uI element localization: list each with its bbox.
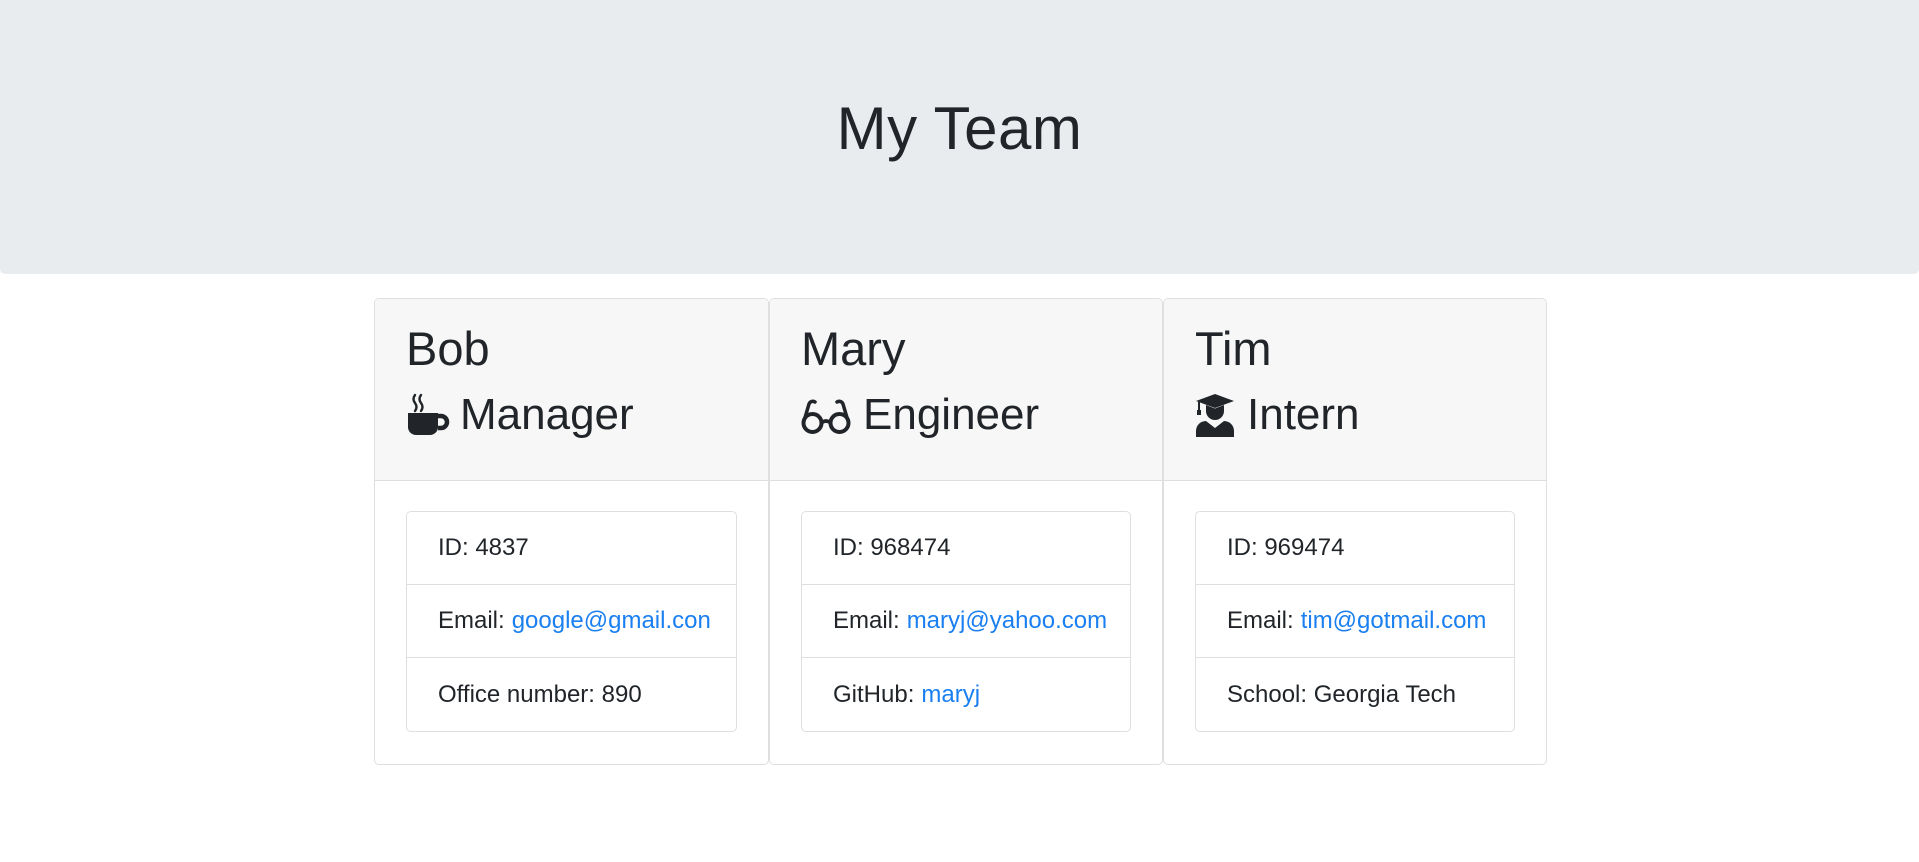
coffee-mug-icon [406,393,450,437]
github-label: GitHub: [833,680,915,708]
employee-office-number: Office number: 890 [438,680,642,708]
card-body: ID: 969474 Email: tim@gotmail.com School… [1164,481,1546,732]
employee-id: ID: 968474 [802,512,1130,585]
employee-role: Manager [406,389,737,441]
employee-role-label: Manager [460,390,634,439]
employee-role: Engineer [801,389,1131,441]
employee-details: ID: 4837 Email: google@gmail.con Office … [406,511,737,732]
email-label: Email: [833,607,900,634]
employee-school: School: Georgia Tech [1227,680,1457,708]
employee-role-label: Intern [1247,390,1360,439]
employee-name: Bob [406,322,490,375]
email-link[interactable]: maryj@yahoo.com [907,607,1107,635]
email-link[interactable]: tim@gotmail.com [1301,607,1487,635]
employee-email-row: Email: tim@gotmail.com [1196,585,1514,658]
graduate-icon [1195,393,1235,437]
glasses-icon [801,393,851,437]
page-title: My Team [836,94,1083,162]
employee-card-manager: Bob Manager ID: 4837 Email: google@gmail… [374,298,769,765]
email-link[interactable]: google@gmail.con [512,607,711,635]
email-label: Email: [438,607,505,634]
employee-details: ID: 968474 Email: maryj@yahoo.com GitHub… [801,511,1131,732]
card-header: Mary Engineer [770,299,1162,481]
card-header: Bob Manager [375,299,768,481]
card-body: ID: 968474 Email: maryj@yahoo.com GitHub… [770,481,1162,732]
email-label: Email: [1227,607,1294,634]
employee-id: ID: 4837 [407,512,736,585]
employee-github-row: GitHub: maryj [802,658,1130,731]
team-cards: Bob Manager ID: 4837 Email: google@gmail… [374,298,1547,765]
card-body: ID: 4837 Email: google@gmail.con Office … [375,481,768,732]
employee-role-label: Engineer [863,390,1040,439]
card-header: Tim Intern [1164,299,1546,481]
employee-card-engineer: Mary Engineer ID: 968474 Email: maryj@ya… [769,298,1163,765]
employee-name: Tim [1195,322,1272,375]
employee-role: Intern [1195,389,1515,441]
employee-details: ID: 969474 Email: tim@gotmail.com School… [1195,511,1515,732]
github-link[interactable]: maryj [921,681,980,709]
page-header: My Team [0,0,1919,274]
employee-email-row: Email: maryj@yahoo.com [802,585,1130,658]
employee-name: Mary [801,322,906,375]
employee-id: ID: 969474 [1196,512,1514,585]
employee-email-row: Email: google@gmail.con [407,585,736,658]
employee-card-intern: Tim Intern ID: 969474 Email: tim@gotmail… [1163,298,1547,765]
